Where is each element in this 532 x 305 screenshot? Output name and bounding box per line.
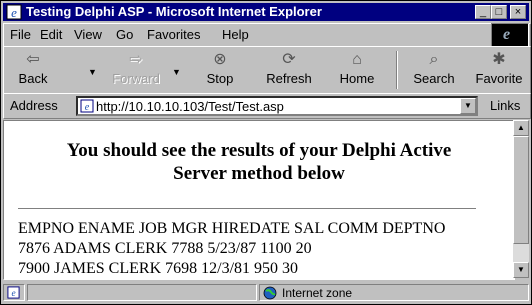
status-text-pane — [27, 284, 257, 301]
favorites-button[interactable]: ✱ Favorite — [470, 49, 528, 91]
results-list: EMPNO ENAME JOB MGR HIREDATE SAL COMM DE… — [18, 219, 445, 279]
page-heading: You should see the results of your Delph… — [4, 139, 514, 185]
menu-bar: File Edit View Go Favorites Help — [3, 23, 531, 47]
heading-line-1: You should see the results of your Delph… — [66, 140, 452, 161]
scroll-up-button[interactable]: ▲ — [513, 120, 529, 136]
divider — [18, 208, 476, 210]
status-zone-pane: Internet zone — [259, 284, 529, 301]
results-row: 7900 JAMES CLERK 7698 12/3/81 950 30 — [18, 260, 299, 277]
home-button[interactable]: ⌂ Home — [332, 49, 382, 91]
menu-favorites[interactable]: Favorites — [147, 26, 200, 44]
window-title: Testing Delphi ASP - Microsoft Internet … — [26, 4, 322, 19]
page-icon: e — [7, 286, 20, 299]
forward-dropdown-icon[interactable]: ▼ — [172, 67, 181, 77]
menu-file[interactable]: File — [10, 26, 31, 44]
heading-line-2: Server method below — [173, 163, 345, 184]
security-zone-label: Internet zone — [282, 286, 353, 300]
address-dropdown-button[interactable]: ▼ — [460, 98, 476, 114]
scroll-down-button[interactable]: ▼ — [513, 262, 529, 278]
menu-go[interactable]: Go — [116, 26, 133, 44]
stop-button[interactable]: ⊗ Stop — [198, 49, 242, 91]
forward-button[interactable]: ⇨ Forward — [104, 49, 168, 91]
arrow-right-icon: ⇨ — [129, 51, 143, 68]
search-icon: ⌕ — [429, 51, 439, 68]
close-button[interactable]: × — [510, 5, 526, 19]
svg-text:e: e — [11, 289, 15, 299]
status-page-icon-pane: e — [3, 284, 25, 301]
back-dropdown-icon[interactable]: ▼ — [88, 67, 97, 77]
svg-text:e: e — [11, 5, 17, 20]
toolbar-separator — [396, 51, 398, 89]
favorites-icon: ✱ — [492, 51, 506, 68]
address-label: Address — [10, 98, 58, 113]
maximize-button[interactable]: □ — [491, 5, 507, 19]
status-bar: e Internet zone — [3, 283, 529, 302]
links-button[interactable]: Links — [490, 98, 520, 113]
page-content: You should see the results of your Delph… — [3, 120, 515, 280]
address-bar: Address e http://10.10.10.103/Test/Test.… — [3, 93, 531, 119]
menu-help[interactable]: Help — [222, 26, 249, 44]
toolbar: ⇦ Back ▼ ⇨ Forward ▼ ⊗ Stop ⟳ Refresh ⌂ … — [3, 46, 531, 94]
results-header-row: EMPNO ENAME JOB MGR HIREDATE SAL COMM DE… — [18, 220, 446, 237]
minimize-button[interactable]: _ — [475, 5, 491, 19]
menu-view[interactable]: View — [74, 26, 102, 44]
vertical-scrollbar[interactable]: ▲ ▼ — [513, 120, 529, 278]
refresh-button[interactable]: ⟳ Refresh — [258, 49, 320, 91]
ie-logo: e — [491, 23, 529, 47]
browser-window: e Testing Delphi ASP - Microsoft Interne… — [0, 0, 532, 305]
ie-icon[interactable]: e — [6, 4, 22, 20]
results-row: 7876 ADAMS CLERK 7788 5/23/87 1100 20 — [18, 240, 312, 257]
search-button[interactable]: ⌕ Search — [406, 49, 462, 91]
home-icon: ⌂ — [352, 51, 362, 68]
page-icon: e — [80, 99, 94, 113]
svg-text:e: e — [85, 102, 90, 113]
menu-edit[interactable]: Edit — [40, 26, 62, 44]
address-url[interactable]: http://10.10.10.103/Test/Test.asp — [96, 99, 284, 114]
refresh-icon: ⟳ — [282, 51, 296, 68]
back-button[interactable]: ⇦ Back — [10, 49, 56, 91]
globe-icon — [263, 286, 277, 300]
address-input[interactable]: e http://10.10.10.103/Test/Test.asp ▼ — [76, 96, 478, 116]
title-bar[interactable]: e Testing Delphi ASP - Microsoft Interne… — [3, 3, 529, 21]
arrow-left-icon: ⇦ — [26, 51, 40, 68]
stop-icon: ⊗ — [213, 51, 227, 68]
scroll-thumb[interactable] — [513, 136, 529, 244]
